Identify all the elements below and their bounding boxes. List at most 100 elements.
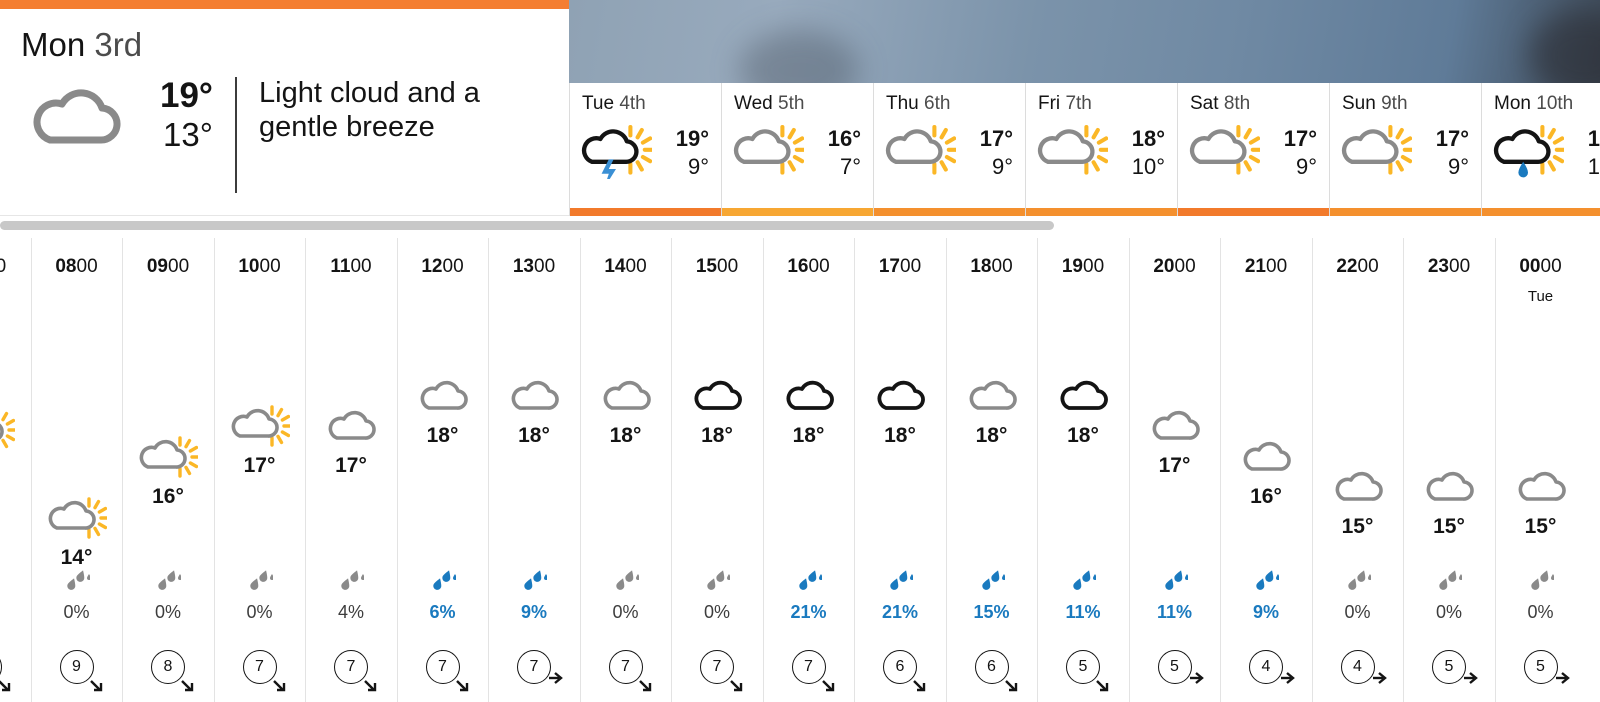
hourly-scrollbar-thumb[interactable] (0, 221, 1054, 230)
sunny-intervals-icon (884, 123, 960, 183)
hour-column-1000[interactable]: 1000 17° 0% 7 (213, 238, 305, 702)
hour-temperature: 16° (1250, 484, 1282, 508)
hour-mm: 00 (808, 256, 830, 277)
hour-temperature: 18° (609, 423, 642, 447)
hour-time: 2300 (1404, 256, 1494, 278)
hour-hh: 16 (787, 256, 809, 277)
day-temp-colour-bar (874, 208, 1025, 216)
hour-temperature: 18° (792, 423, 825, 447)
raindrops-icon (430, 569, 457, 591)
chance-of-rain: 0% (63, 602, 90, 622)
hour-column-1200[interactable]: 1200 18° 6% 7 (396, 238, 488, 702)
hour-column-0900[interactable]: 0900 16° 0% 8 (122, 238, 213, 702)
hour-mm: 00 (717, 256, 739, 277)
hour-column-2200[interactable]: 2200 15° 0% 4 (1311, 238, 1403, 702)
hour-column-1400[interactable]: 1400 18° 0% 7 (579, 238, 671, 702)
raindrops-icon (1070, 569, 1097, 591)
wind-speed: 7 (804, 658, 813, 675)
raindrops-icon (338, 569, 365, 591)
day-max-temp: 17° (979, 126, 1013, 151)
wind-indicator: 5 (1157, 650, 1204, 696)
today-panel[interactable]: Mon 3rd 19° 13° Light cloud and a gentle… (0, 0, 569, 216)
hour-hh: 15 (695, 256, 717, 277)
hour-temperature: 17° (335, 454, 367, 477)
wind-speed: 6 (987, 658, 996, 675)
hour-column-1100[interactable]: 1100 17° 4% 7 (305, 238, 396, 702)
sunny-intervals-icon (732, 123, 808, 183)
hour-column-1300[interactable]: 1300 18° 9% 7 (488, 238, 579, 702)
hour-column-1700[interactable]: 1700 18° 21% 6 (854, 238, 945, 702)
hour-mm: 00 (1540, 256, 1562, 277)
hour-column-2000[interactable]: 2000 17° 11% 5 (1128, 238, 1220, 702)
wind-speed: 7 (621, 658, 630, 675)
chance-of-rain: 0% (1435, 602, 1462, 622)
day-temp-colour-bar (1482, 208, 1600, 216)
hour-temperature: 18° (426, 423, 459, 447)
day-tab-wed-5th[interactable]: Wed 5th 16° 7° (721, 83, 873, 216)
hour-time: 2200 (1313, 256, 1403, 278)
day-max-temp: 17° (1283, 126, 1317, 151)
wind-indicator: 7 (608, 650, 655, 696)
today-date: 3rd (94, 26, 143, 63)
day-temp-colour-bar (1178, 208, 1329, 216)
hour-time: 0800 (32, 256, 122, 278)
chance-of-rain: 0% (1344, 602, 1371, 622)
chance-of-rain: 21% (790, 602, 827, 622)
today-title: Mon 3rd (21, 26, 142, 64)
hour-time: 1000 (215, 256, 305, 278)
hour-column-1800[interactable]: 1800 18° 15% 6 (945, 238, 1037, 702)
hour-column-2300[interactable]: 2300 15° 0% 5 (1403, 238, 1494, 702)
hour-hh: 12 (421, 256, 443, 277)
wind-speed: 8 (163, 658, 173, 675)
today-max-temp: 19° (160, 76, 213, 115)
hour-column-1500[interactable]: 1500 18° 0% 7 (671, 238, 762, 702)
day-name: Sun (1342, 93, 1376, 114)
wind-speed: 5 (1444, 658, 1454, 675)
day-tab-sun-9th[interactable]: Sun 9th 17° 9° (1329, 83, 1481, 216)
day-max-temp: 18° (1131, 126, 1165, 151)
wind-speed: 7 (529, 658, 539, 675)
forecast-page: Mon 3rd 19° 13° Light cloud and a gentle… (0, 0, 1600, 702)
hour-temperature: 15° (1341, 515, 1374, 538)
chance-of-rain: 21% (881, 602, 919, 622)
day-tab-thu-6th[interactable]: Thu 6th 17° 9° (873, 83, 1025, 216)
chance-of-rain: 0% (612, 602, 639, 622)
hourly-forecast: 0700 0800 14° (0, 238, 1600, 702)
hour-column-0800[interactable]: 0800 14° 0% 9 (30, 238, 122, 702)
day-max-temp: 19° (675, 126, 709, 151)
day-min-temp: 10° (1131, 154, 1165, 179)
hour-column-1600[interactable]: 1600 18° 21% 7 (762, 238, 854, 702)
hour-hh: 13 (512, 256, 534, 277)
hour-column-0700[interactable]: 0700 (0, 238, 30, 702)
hour-hh: 22 (1336, 256, 1358, 277)
hour-hh: 11 (330, 256, 351, 277)
wind-speed (0, 650, 2, 684)
wind-speed: 9 (72, 658, 81, 675)
day-tab-fri-7th[interactable]: Fri 7th 18° 10° (1025, 83, 1177, 216)
wind-indicator: 5 (1523, 650, 1570, 696)
hour-hh: 17 (878, 256, 900, 277)
chance-of-rain: 0% (1527, 602, 1554, 622)
chance-of-rain: 15% (973, 602, 1010, 622)
today-day-name: Mon (21, 26, 86, 63)
hour-mm: 00 (168, 256, 190, 277)
day-max-temp: 17° (1435, 126, 1469, 151)
chance-of-rain: 0% (246, 602, 273, 622)
day-tab-mon-10th[interactable]: Mon 10th 17° 10° (1481, 83, 1600, 216)
hour-time: 1400 (581, 256, 671, 278)
day-name: Fri (1038, 93, 1061, 114)
wind-indicator (0, 650, 14, 696)
raindrops-icon (704, 569, 731, 591)
hour-column-1900[interactable]: 1900 18° 11% 5 (1037, 238, 1128, 702)
hour-time: 1800 (947, 256, 1037, 278)
hour-column-0000[interactable]: 0000 Tue 15° 0% 5 (1494, 238, 1586, 702)
day-tab-title: Sun 9th (1342, 93, 1408, 115)
day-min-temp: 9° (991, 154, 1013, 179)
day-tab-sat-8th[interactable]: Sat 8th 17° 9° (1177, 83, 1329, 216)
day-tab-tue-4th[interactable]: Tue 4th 19° 9° (569, 83, 721, 216)
wind-speed: 5 (1536, 658, 1545, 675)
raindrops-icon (613, 569, 640, 591)
day-date: 5th (778, 93, 805, 114)
hour-column-2100[interactable]: 2100 16° 9% 4 (1220, 238, 1311, 702)
chance-of-rain: 9% (1252, 602, 1279, 622)
